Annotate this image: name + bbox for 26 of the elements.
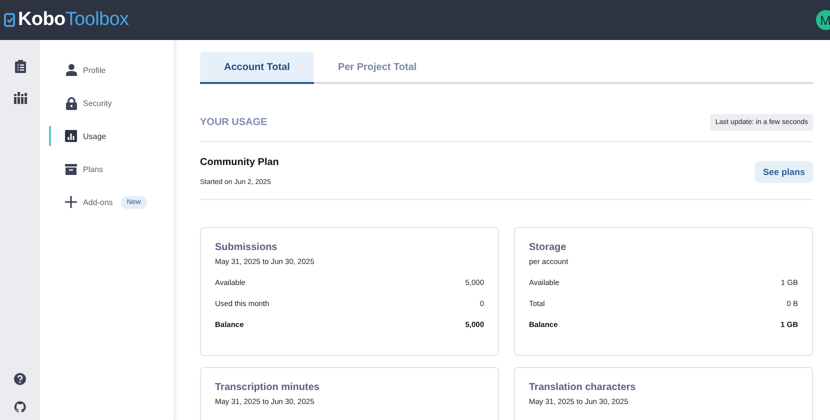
help-icon[interactable] (14, 373, 26, 385)
tab[interactable]: Account Total (200, 52, 314, 84)
see-plans-button[interactable]: See plans (754, 161, 813, 183)
person-icon (66, 64, 76, 76)
nav-item[interactable]: Security (83, 96, 112, 110)
section-title: YOUR USAGE (200, 117, 268, 128)
logo-text[interactable]: KoboToolbox (18, 9, 129, 31)
nav-item[interactable]: Profile (83, 64, 106, 76)
github-icon[interactable] (14, 401, 26, 413)
plus-icon (65, 196, 77, 208)
archive-icon (65, 164, 77, 174)
tab[interactable]: Per Project Total (314, 52, 441, 84)
user-avatar[interactable]: M (816, 10, 830, 30)
lock-icon (66, 96, 76, 110)
nav-item[interactable]: Plans (83, 162, 104, 176)
card-title: Transcription minutes (215, 382, 320, 393)
library-icon[interactable] (14, 92, 26, 104)
nav-item[interactable]: Usage (83, 130, 106, 142)
plan-name: Community Plan (200, 157, 279, 168)
form-icon[interactable] (14, 60, 26, 73)
card-title: Storage (529, 242, 568, 253)
logo-icon (4, 13, 15, 27)
card-title: Translation characters (529, 382, 637, 393)
nav-item[interactable]: Add-ons (83, 196, 113, 208)
bar-chart-icon (65, 130, 77, 142)
card-title: Submissions (215, 242, 278, 253)
